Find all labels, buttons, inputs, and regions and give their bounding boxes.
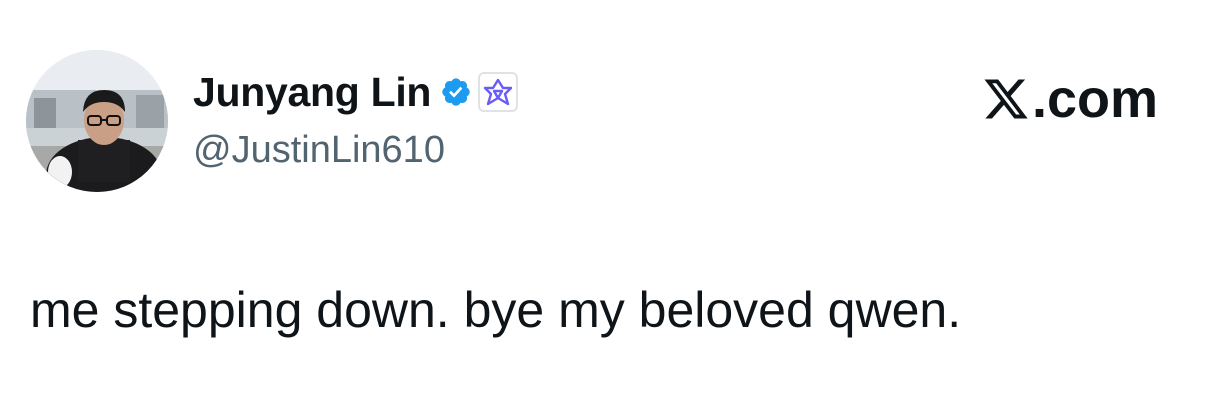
tweet-card: Junyang Lin @JustinLin610 .com me steppi… xyxy=(0,0,1208,408)
author-name-row: Junyang Lin xyxy=(193,66,519,118)
x-com-brand[interactable]: .com xyxy=(982,72,1158,126)
verified-check-icon xyxy=(440,76,472,108)
avatar-photo xyxy=(26,50,168,192)
qwen-logo-icon[interactable] xyxy=(478,72,519,112)
x-logo-icon xyxy=(982,75,1030,123)
display-name[interactable]: Junyang Lin xyxy=(193,71,431,113)
tweet-text: me stepping down. bye my beloved qwen. xyxy=(30,282,962,338)
brand-domain-label: .com xyxy=(1031,69,1158,129)
author-handle[interactable]: @JustinLin610 xyxy=(193,129,445,172)
avatar[interactable] xyxy=(26,50,168,192)
